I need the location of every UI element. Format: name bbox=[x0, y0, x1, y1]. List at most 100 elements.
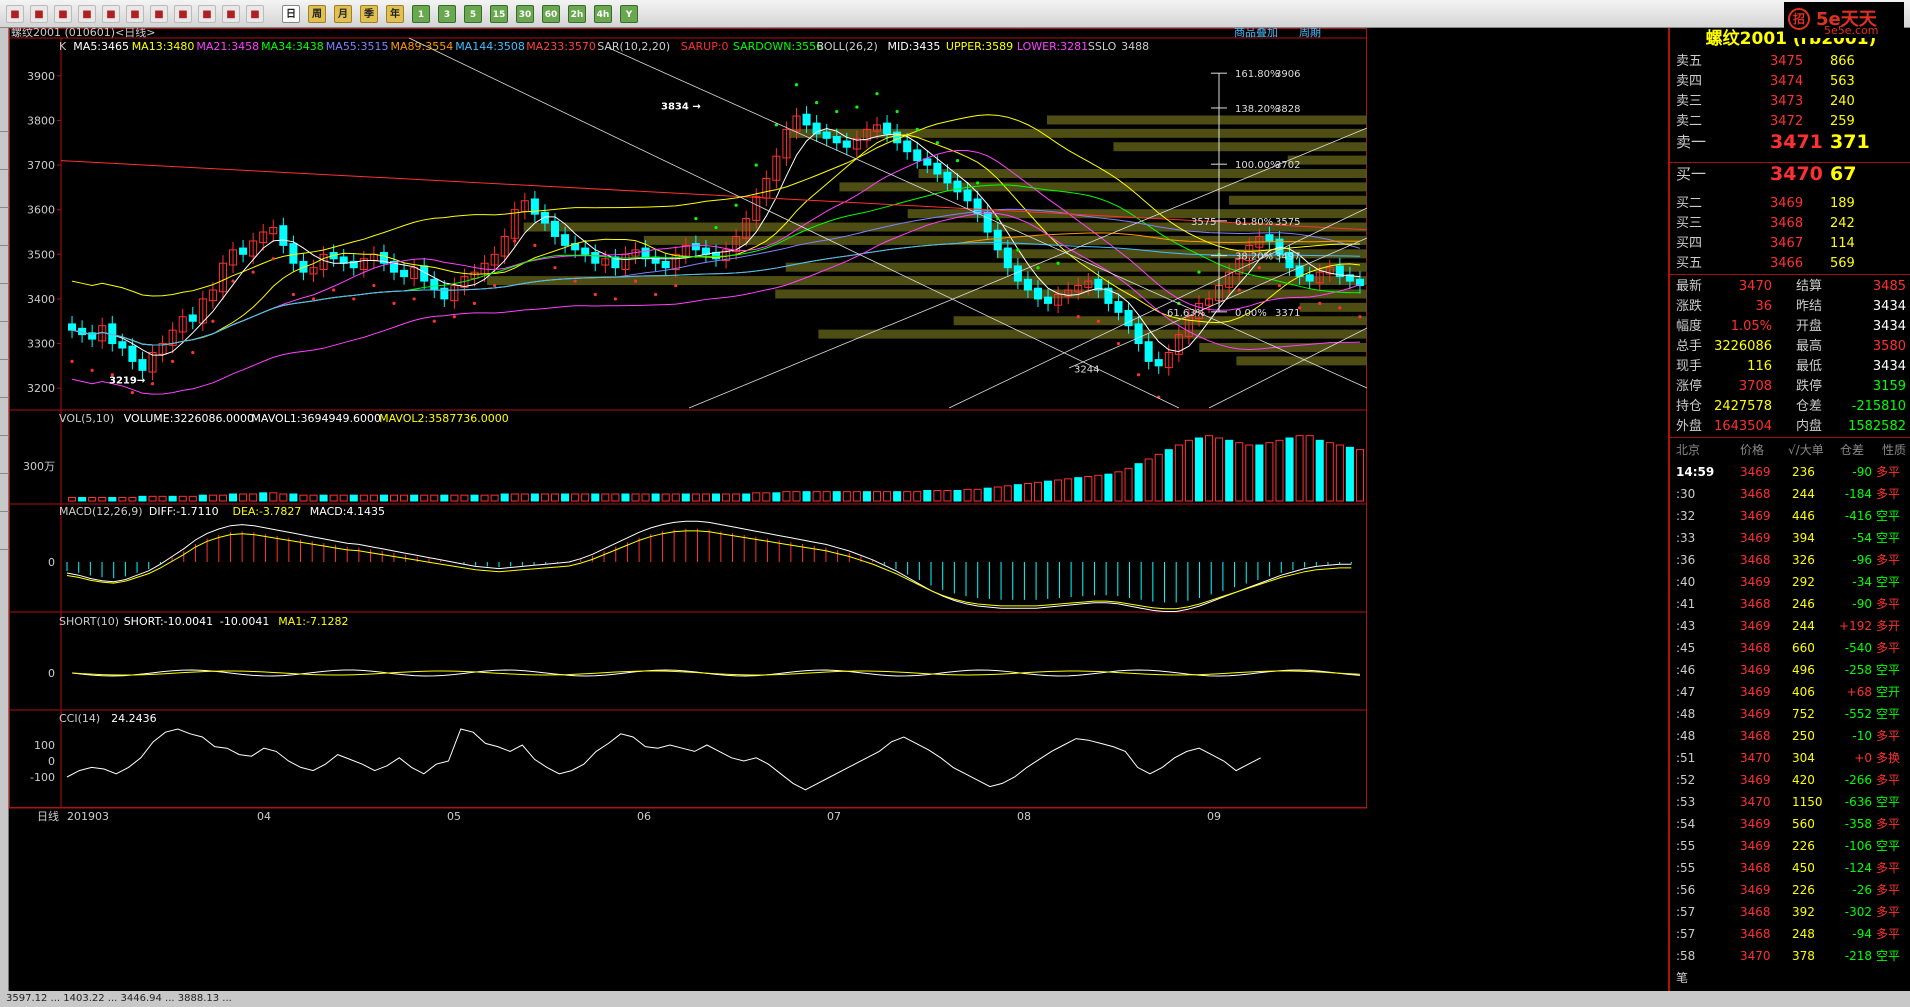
draw-icon[interactable]: ■ bbox=[174, 5, 192, 23]
volume-bar bbox=[500, 493, 509, 502]
tick-row-18: :55 3468 450 -124 多平 bbox=[1670, 857, 1910, 879]
side-tab-3[interactable] bbox=[0, 212, 9, 246]
volume-bar bbox=[1003, 485, 1012, 502]
zoom-in-icon[interactable]: ■ bbox=[102, 5, 120, 23]
candle-body bbox=[239, 247, 248, 255]
volume-bar bbox=[621, 493, 630, 502]
side-tab-6[interactable] bbox=[0, 326, 9, 360]
quote-cell: 空平 bbox=[1876, 663, 1901, 677]
quote-cell: :48 bbox=[1676, 707, 1696, 721]
period-button-1[interactable]: 周 bbox=[308, 5, 326, 23]
period-button-13[interactable]: Y bbox=[620, 5, 638, 23]
main-legend-5: MA55:3515 bbox=[326, 40, 389, 53]
quote-cell: 3468 bbox=[1740, 905, 1771, 919]
quote-cell: 3469 bbox=[1740, 883, 1771, 897]
quote-cell: 3469 bbox=[1740, 685, 1771, 699]
volume-bar bbox=[963, 488, 972, 502]
color-icon[interactable]: ■ bbox=[150, 5, 168, 23]
quote-cell: -26 bbox=[1852, 883, 1872, 897]
macd-legend-0: MACD(12,26,9) bbox=[59, 505, 143, 518]
side-tab-0[interactable] bbox=[0, 98, 9, 132]
quote-cell: 3471 bbox=[1770, 131, 1823, 153]
period-button-10[interactable]: 60 bbox=[542, 5, 560, 23]
candle-body bbox=[581, 247, 590, 255]
stat-row-1: 涨跌 36 昨结 3434 bbox=[1670, 297, 1910, 317]
main-legend-7: MA144:3508 bbox=[455, 40, 525, 53]
candle-body bbox=[530, 198, 539, 215]
volume-bar bbox=[289, 493, 298, 502]
tick-row-7: :43 3469 244 +192 多开 bbox=[1670, 615, 1910, 637]
stat-row-7: 外盘 1643504 内盘 1582582 bbox=[1670, 417, 1910, 437]
volume-bar bbox=[983, 487, 992, 502]
side-tab-1[interactable] bbox=[0, 136, 9, 170]
quote-cell: :40 bbox=[1676, 575, 1696, 589]
period-button-9[interactable]: 30 bbox=[516, 5, 534, 23]
left-sidebar-tabs[interactable] bbox=[0, 28, 9, 1007]
tick-row-4: :36 3468 326 -96 多平 bbox=[1670, 549, 1910, 571]
side-tab-11[interactable] bbox=[0, 516, 9, 550]
quote-cell: :58 bbox=[1676, 949, 1696, 963]
short-legend-2: -10.0041 bbox=[220, 615, 269, 628]
quote-cell: :30 bbox=[1676, 487, 1696, 501]
back-icon[interactable]: ■ bbox=[30, 5, 48, 23]
quote-cell: 244 bbox=[1792, 487, 1815, 501]
sar-dot bbox=[915, 127, 919, 131]
volume-bar bbox=[1074, 477, 1083, 502]
chart-icon[interactable]: ■ bbox=[54, 5, 72, 23]
quote-cell: 3468 bbox=[1770, 216, 1804, 231]
short-legend-0: SHORT(10) bbox=[59, 615, 119, 628]
period-button-6[interactable]: 3 bbox=[438, 5, 456, 23]
quote-cell: 242 bbox=[1830, 216, 1855, 231]
side-tab-2[interactable] bbox=[0, 174, 9, 208]
volume-bar bbox=[1124, 467, 1133, 502]
side-tab-10[interactable] bbox=[0, 478, 9, 512]
new-icon[interactable]: ■ bbox=[246, 5, 264, 23]
refresh-icon[interactable]: ■ bbox=[78, 5, 96, 23]
tick-row-13: :51 3470 304 +0 多换 bbox=[1670, 747, 1910, 769]
sar-dot bbox=[815, 101, 819, 105]
quote-cell: 3434 bbox=[1872, 299, 1906, 314]
chart-area[interactable]: 螺纹2001 (010601)<日线> 商品叠加 周期 K MA5:3465 MA13:3… bbox=[9, 28, 1667, 1007]
volume-bar bbox=[1255, 444, 1264, 502]
sar-dot bbox=[251, 270, 255, 274]
period-button-5[interactable]: 1 bbox=[412, 5, 430, 23]
period-button-0[interactable]: 日 bbox=[282, 5, 300, 23]
period-button-3[interactable]: 季 bbox=[360, 5, 378, 23]
quote-cell: :55 bbox=[1676, 839, 1696, 853]
main-legend-4: MA34:3438 bbox=[261, 40, 324, 53]
zoom-out-icon[interactable]: ■ bbox=[126, 5, 144, 23]
status-bar: 3597.12 ... 1403.22 ... 3446.94 ... 3888… bbox=[0, 991, 1910, 1007]
period-button-8[interactable]: 15 bbox=[490, 5, 508, 23]
side-tab-7[interactable] bbox=[0, 364, 9, 398]
volume-bar bbox=[872, 491, 882, 502]
tick-row-6: :41 3468 246 -90 多平 bbox=[1670, 593, 1910, 615]
period-button-7[interactable]: 5 bbox=[464, 5, 482, 23]
home-icon[interactable]: ■ bbox=[6, 5, 24, 23]
sar-dot bbox=[1036, 266, 1040, 270]
volume-bar bbox=[430, 494, 439, 502]
candle-body bbox=[842, 140, 851, 148]
side-tab-9[interactable] bbox=[0, 440, 9, 474]
period-button-12[interactable]: 4h bbox=[594, 5, 612, 23]
side-tab-4[interactable] bbox=[0, 250, 9, 284]
sar-dot bbox=[674, 283, 678, 288]
tool-icon[interactable]: ■ bbox=[198, 5, 216, 23]
bid-row-3: 买四 3467 114 bbox=[1670, 234, 1910, 254]
side-tab-8[interactable] bbox=[0, 402, 9, 436]
volume-bar bbox=[1315, 439, 1324, 502]
period-button-2[interactable]: 月 bbox=[334, 5, 352, 23]
vol-legend-2: MAVOL1:3694949.6000 bbox=[251, 412, 381, 425]
short-tick: 0 bbox=[48, 667, 55, 680]
quote-cell: :52 bbox=[1676, 773, 1696, 787]
side-tab-5[interactable] bbox=[0, 288, 9, 322]
candle-body bbox=[550, 220, 560, 237]
candle-body bbox=[1033, 287, 1043, 300]
kline-chart-svg[interactable]: 螺纹2001 (010601)<日线> 商品叠加 周期 K MA5:3465 MA13:3… bbox=[9, 28, 1667, 1007]
sar-dot bbox=[332, 288, 336, 292]
tick-footer-tab[interactable]: 笔 bbox=[1670, 967, 1910, 989]
period-button-11[interactable]: 2h bbox=[568, 5, 586, 23]
sar-dot bbox=[533, 243, 537, 247]
filter-icon[interactable]: ■ bbox=[222, 5, 240, 23]
volume-profile-bar bbox=[818, 329, 1367, 339]
period-button-4[interactable]: 年 bbox=[386, 5, 404, 23]
